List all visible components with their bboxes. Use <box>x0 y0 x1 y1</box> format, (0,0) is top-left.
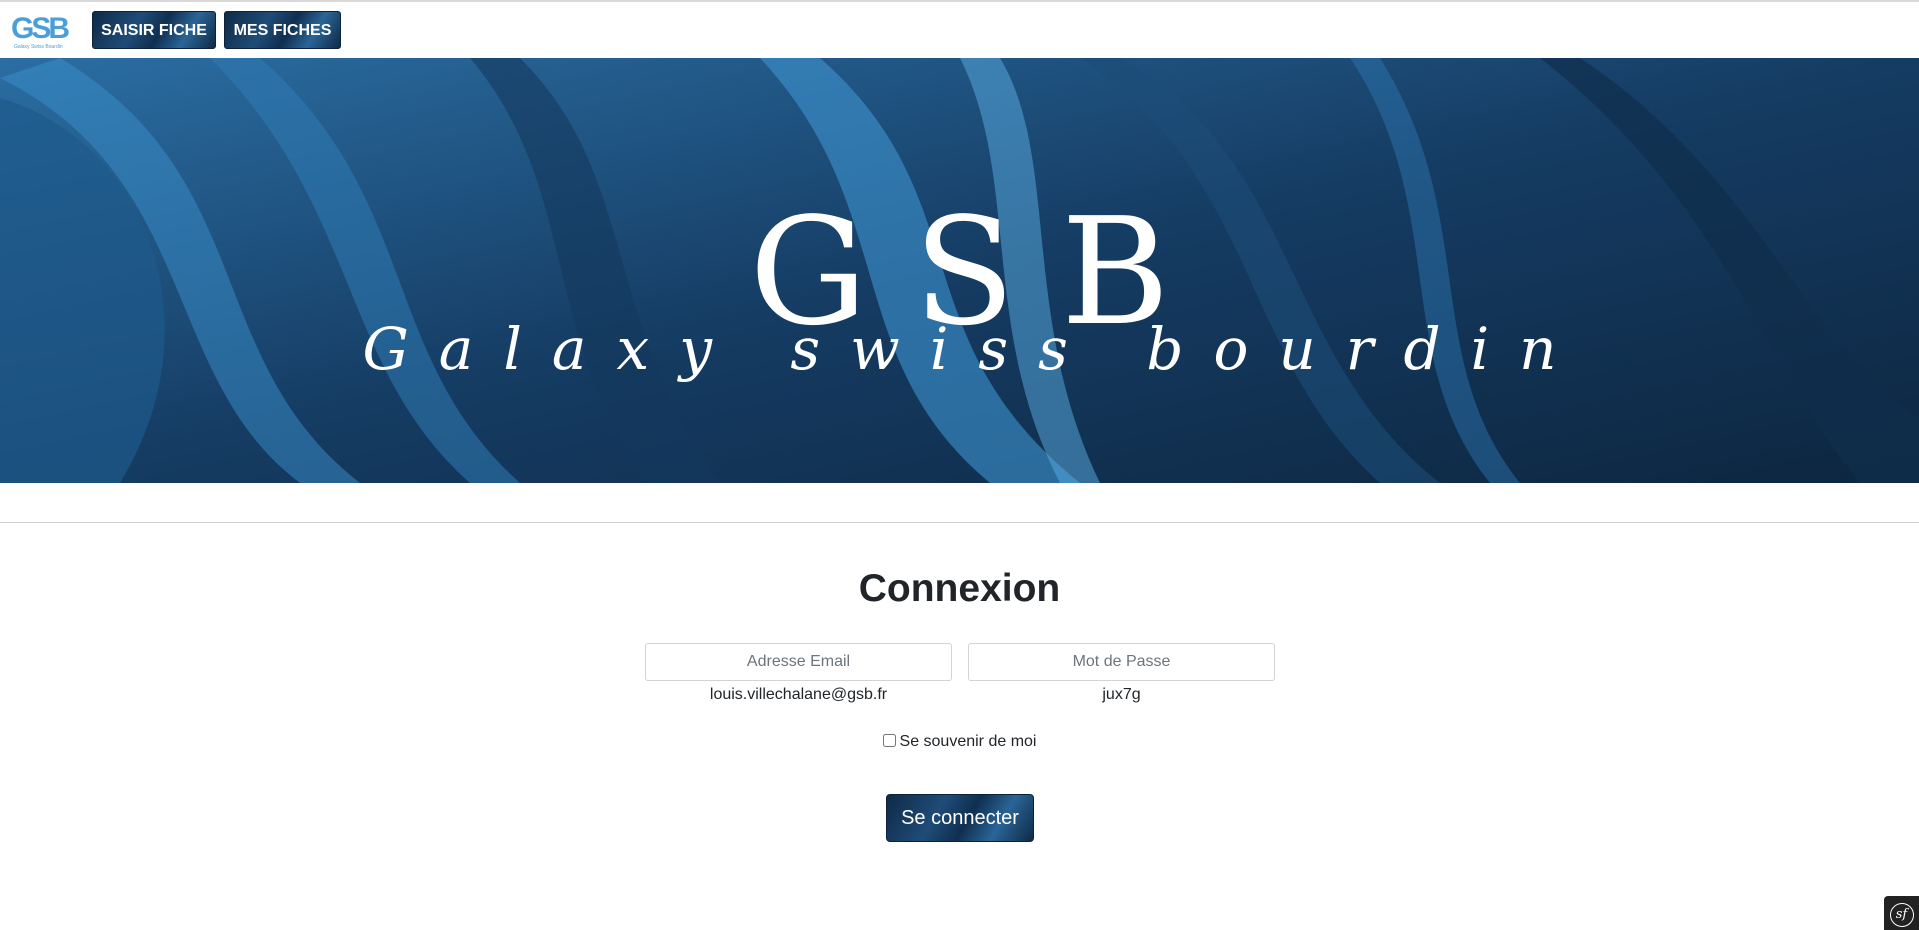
saisir-fiche-button[interactable]: SAISIR FICHE <box>92 11 216 49</box>
hero-subtitle: Galaxy swiss bourdin <box>362 315 1587 383</box>
section-divider <box>0 522 1919 523</box>
gsb-logo[interactable]: GSB Galaxy Swiss Bourdin <box>10 8 76 52</box>
symfony-icon: sf <box>1889 903 1914 927</box>
password-hint: jux7g <box>1102 686 1141 703</box>
login-title: Connexion <box>858 567 1061 610</box>
symfony-toolbar-toggle[interactable]: sf <box>1884 896 1919 930</box>
logo-tagline: Galaxy Swiss Bourdin <box>14 44 63 50</box>
password-field[interactable] <box>968 643 1275 681</box>
email-field[interactable] <box>645 643 952 681</box>
hero-banner: GSB Galaxy swiss bourdin <box>0 58 1919 483</box>
mes-fiches-button[interactable]: MES FICHES <box>224 11 341 49</box>
logo-text: GSB <box>11 12 69 45</box>
navbar: GSB Galaxy Swiss Bourdin SAISIR FICHE ME… <box>0 2 1919 58</box>
login-button[interactable]: Se connecter <box>886 794 1034 842</box>
remember-me-label: Se souvenir de moi <box>899 733 1037 750</box>
email-hint: louis.villechalane@gsb.fr <box>709 686 888 703</box>
remember-me-checkbox[interactable] <box>882 734 896 747</box>
remember-me: Se souvenir de moi <box>0 731 1919 753</box>
